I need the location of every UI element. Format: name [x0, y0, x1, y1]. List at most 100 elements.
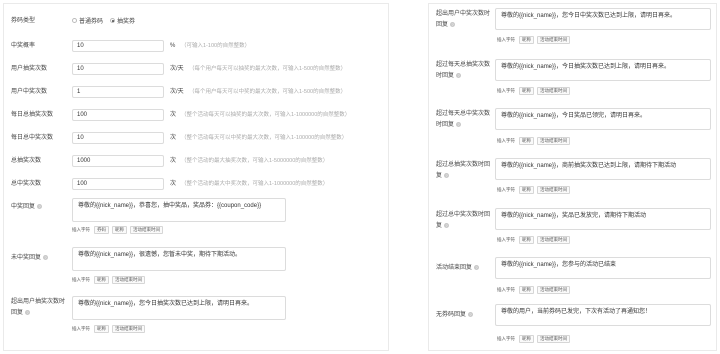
- help-icon[interactable]: ?: [444, 222, 450, 228]
- help-icon[interactable]: ?: [474, 264, 480, 270]
- tag-nickname[interactable]: 昵称: [519, 186, 534, 194]
- help-icon[interactable]: ?: [456, 121, 462, 127]
- tag-end-time[interactable]: 活动结束时间: [112, 325, 145, 333]
- exceed-daily-draws-reply-textarea[interactable]: 尊敬的{{nick_name}}，今日抽奖次数已达到上限，请明日再来。: [495, 59, 711, 81]
- radio-label: 抽奖券: [117, 19, 136, 25]
- total-draws-input[interactable]: 1000: [72, 155, 164, 167]
- daily-total-draws-input[interactable]: 100: [72, 109, 164, 121]
- insert-char-label: 插入字符: [72, 277, 90, 282]
- win-probability-input[interactable]: 10: [72, 40, 164, 52]
- field-label: 每日总抽奖次数: [11, 112, 54, 118]
- insert-tags: 插入字符 昵称 活动结束时间: [497, 87, 570, 95]
- field-label: 总抽奖次数: [11, 158, 42, 164]
- no-coupon-reply-textarea[interactable]: 尊敬的用户，当前券码已发完，下次有活动了再通知您！: [495, 304, 711, 326]
- insert-char-label: 插入字符: [497, 88, 515, 93]
- help-icon[interactable]: ?: [25, 309, 31, 315]
- field-label: 用户抽奖次数: [11, 66, 48, 72]
- radio-lottery-coupon[interactable]: 抽奖券: [110, 16, 135, 25]
- user-draw-count-input[interactable]: 10: [72, 63, 164, 75]
- help-icon[interactable]: ?: [450, 21, 456, 27]
- reply-label: 未中奖回复?: [11, 254, 49, 261]
- tag-end-time[interactable]: 活动结束时间: [537, 137, 570, 145]
- tag-nickname[interactable]: 昵称: [112, 226, 127, 234]
- unit-text: 次: [170, 135, 177, 141]
- tag-nickname[interactable]: 昵称: [519, 335, 534, 343]
- help-icon[interactable]: ?: [43, 254, 49, 260]
- insert-tags: 插入字符 昵称 活动结束时间: [497, 36, 570, 44]
- exceed-user-wins-reply-textarea[interactable]: 尊敬的{{nick_name}}，您今日中奖次数已达到上限，请明日再来。: [495, 8, 711, 30]
- insert-char-label: 插入字符: [72, 326, 90, 331]
- insert-char-label: 插入字符: [497, 187, 515, 192]
- insert-tags: 插入字符 券码 昵称 活动结束时间: [72, 226, 163, 234]
- radio-icon[interactable]: [72, 18, 77, 23]
- coupon-type-radio-group: 普通券码 抽奖券: [72, 16, 139, 25]
- unit-text: 次: [170, 181, 177, 187]
- help-icon[interactable]: ?: [468, 311, 474, 317]
- radio-normal-coupon[interactable]: 普通券码: [72, 16, 103, 25]
- insert-tags: 插入字符 昵称 活动结束时间: [72, 325, 145, 333]
- radio-icon-selected[interactable]: [110, 18, 116, 23]
- reply-label: 超过总抽奖次数时回复?: [436, 162, 491, 179]
- hint-text: （整个活动每天可以中奖的最大次数，可输入1-100000的自然整数）: [181, 135, 348, 141]
- hint-text: （整个活动每天可以抽奖的最大次数，可输入1-1000000的自然整数）: [181, 112, 351, 118]
- tag-nickname[interactable]: 昵称: [519, 137, 534, 145]
- unit-text: 次/天: [170, 66, 184, 72]
- no-win-reply-textarea[interactable]: 尊敬的{{nick_name}}，很遗憾，您暂未中奖，期待下期活动。: [72, 247, 286, 271]
- reply-label: 中奖回复?: [11, 203, 43, 210]
- coupon-type-label: 券码类型: [11, 18, 36, 24]
- insert-tags: 插入字符 昵称 活动结束时间: [497, 186, 570, 194]
- exceed-total-wins-reply-textarea[interactable]: 尊敬的{{nick_name}}，奖品已发放完，请期待下期活动: [495, 208, 711, 230]
- reply-label: 无券码回复?: [436, 311, 474, 318]
- field-label: 每日总中奖次数: [11, 135, 54, 141]
- exceed-user-draws-reply-textarea[interactable]: 尊敬的{{nick_name}}，您今日抽奖次数已达到上限，请明日再来。: [72, 296, 286, 320]
- help-icon[interactable]: ?: [37, 203, 43, 209]
- insert-char-label: 插入字符: [497, 336, 515, 341]
- tag-nickname[interactable]: 昵称: [519, 286, 534, 294]
- exceed-daily-wins-reply-textarea[interactable]: 尊敬的{{nick_name}}，今日奖品已领完，请明日再来。: [495, 108, 711, 130]
- reply-label: 超过总中奖次数时回复?: [436, 212, 491, 229]
- user-win-count-input[interactable]: 1: [72, 86, 164, 98]
- hint-text: （每个用户每天可以抽奖的最大次数，可输入1-500的自然整数）: [189, 66, 347, 72]
- insert-tags: 插入字符 昵称 活动结束时间: [497, 335, 570, 343]
- tag-end-time[interactable]: 活动结束时间: [537, 36, 570, 44]
- unit-text: 次: [170, 158, 177, 164]
- tag-end-time[interactable]: 活动结束时间: [537, 87, 570, 95]
- unit-text: 次/天: [170, 89, 184, 95]
- exceed-total-draws-reply-textarea[interactable]: 尊敬的{{nick_name}}，商前抽奖次数已达到上限，请期待下期活动: [495, 158, 711, 180]
- tag-nickname[interactable]: 昵称: [519, 236, 534, 244]
- insert-tags: 插入字符 昵称 活动结束时间: [497, 286, 570, 294]
- insert-char-label: 插入字符: [497, 287, 515, 292]
- field-label: 用户中奖次数: [11, 89, 48, 95]
- tag-coupon-code[interactable]: 券码: [94, 226, 109, 234]
- win-reply-textarea[interactable]: 尊敬的{{nick_name}}，恭喜您，抽中奖品，奖品券：{{coupon_c…: [72, 198, 286, 222]
- tag-end-time[interactable]: 活动结束时间: [130, 226, 163, 234]
- daily-total-wins-input[interactable]: 10: [72, 132, 164, 144]
- tag-end-time[interactable]: 活动结束时间: [537, 186, 570, 194]
- activity-ended-reply-textarea[interactable]: 尊敬的{{nick_name}}，您参与的活动已结束: [495, 257, 711, 279]
- field-label: 总中奖次数: [11, 181, 42, 187]
- tag-nickname[interactable]: 昵称: [94, 325, 109, 333]
- insert-char-label: 插入字符: [497, 138, 515, 143]
- radio-label: 普通券码: [79, 19, 104, 25]
- reply-label: 超过每天总抽奖次数时回复?: [436, 62, 491, 79]
- tag-end-time[interactable]: 活动结束时间: [537, 286, 570, 294]
- field-label: 中奖概率: [11, 43, 36, 49]
- tag-end-time[interactable]: 活动结束时间: [537, 236, 570, 244]
- hint-text: （整个活动的最大抽奖次数，可输入1-5000000的自然整数）: [181, 158, 329, 164]
- tag-nickname[interactable]: 昵称: [94, 276, 109, 284]
- help-icon[interactable]: ?: [444, 172, 450, 178]
- unit-text: 次: [170, 112, 177, 118]
- unit-text: %: [170, 43, 176, 49]
- hint-text: （每个用户每天可以中奖的最大次数，可输入1-500的自然整数）: [189, 89, 347, 95]
- help-icon[interactable]: ?: [456, 72, 462, 78]
- tag-nickname[interactable]: 昵称: [519, 36, 534, 44]
- tag-nickname[interactable]: 昵称: [519, 87, 534, 95]
- insert-tags: 插入字符 昵称 活动结束时间: [72, 276, 145, 284]
- tag-end-time[interactable]: 活动结束时间: [112, 276, 145, 284]
- tag-end-time[interactable]: 活动结束时间: [537, 335, 570, 343]
- total-wins-input[interactable]: 100: [72, 178, 164, 190]
- lottery-settings-panel: 券码类型 普通券码 抽奖券 中奖概率 10 % （可输入1-100的自然整数） …: [3, 3, 389, 351]
- insert-tags: 插入字符 昵称 活动结束时间: [497, 236, 570, 244]
- reply-label: 超出用户抽奖次数时回复?: [11, 299, 66, 316]
- reply-settings-panel: 超出用户中奖次数时回复? 尊敬的{{nick_name}}，您今日中奖次数已达到…: [428, 3, 717, 351]
